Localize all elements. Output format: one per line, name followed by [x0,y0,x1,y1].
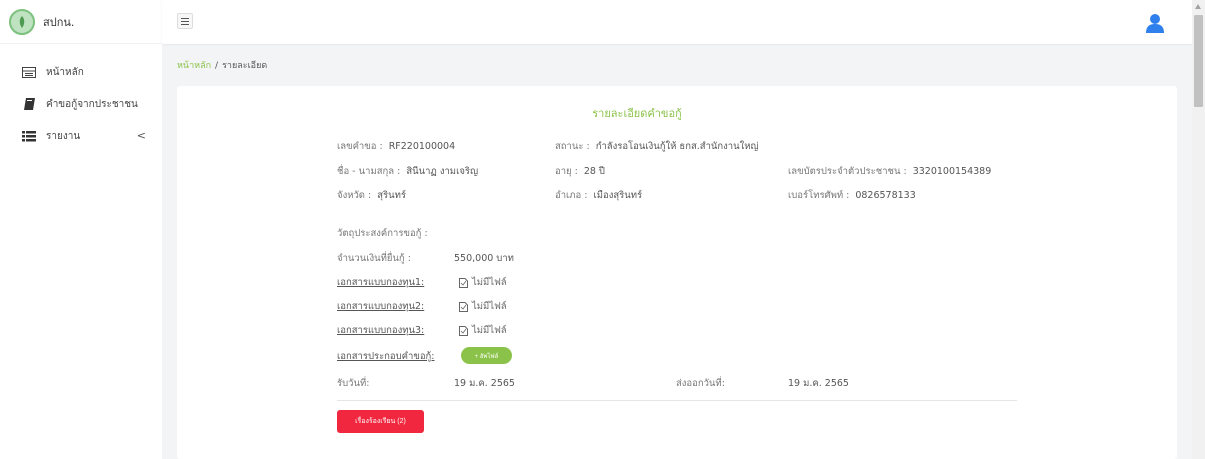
age-value: 28 ปี [583,166,605,177]
doc-fund-2-status: ไม่มีไฟล์ [459,299,507,314]
amount-label: จำนวนเงินที่ยื่นกู้ : [337,253,411,264]
no-file-text: ไม่มีไฟล์ [472,325,507,336]
sidebar-item-reports[interactable]: รายงาน < [0,120,162,152]
id-card-value: 3320100154389 [912,166,992,177]
request-no-label: เลขคำขอ : [337,141,383,152]
doc-fund-1-status: ไม่มีไฟล์ [459,275,507,290]
sent-date-value-field: 19 ม.ค. 2565 [788,376,849,391]
fullname-field: ชื่อ - นามสกุล : สินีนาฏ งามเจริญ [337,164,478,179]
user-avatar-icon[interactable] [1145,13,1165,33]
age-field: อายุ : 28 ปี [555,164,605,179]
doc-fund-2-link[interactable]: เอกสารแบบกองทุน2: [337,299,424,314]
sidebar-nav: หน้าหลัก คำขอกู้จากประชาชน รายงาน < [0,44,162,152]
doc-fund-3-link[interactable]: เอกสารแบบกองทุน3: [337,323,424,338]
scroll-up-arrow-icon[interactable] [1195,4,1201,9]
attachments-link[interactable]: เอกสารประกอบคำขอกู้: [337,349,435,364]
received-date-value: 19 ม.ค. 2565 [454,378,515,389]
request-detail-card: รายละเอียดคำขอกู้ เลขคำขอ : RF220100004 ส… [177,86,1177,459]
status-value: กำลังรอโอนเงินกู้ให้ ธกส.สำนักงานใหญ่ [595,141,759,152]
id-card-field: เลขบัตรประจำตัวประชาชน : 3320100154389 [788,164,991,179]
phone-label: เบอร์โทรศัพท์ : [788,190,850,201]
id-card-label: เลขบัตรประจำตัวประชาชน : [788,166,907,177]
sidebar: สปกน. หน้าหลัก คำขอกู้จากประชาชน รายงาน [0,0,162,459]
province-value: สุรินทร์ [377,190,406,201]
received-date-value-field: 19 ม.ค. 2565 [454,376,515,391]
doc-fund-3-status: ไม่มีไฟล์ [459,323,507,338]
phone-value: 0826578133 [855,190,916,201]
list-icon [20,129,38,143]
phone-field: เบอร์โทรศัพท์ : 0826578133 [788,188,916,203]
sent-date-label: ส่งออกวันที่: [676,378,725,389]
sent-date-value: 19 ม.ค. 2565 [788,378,849,389]
received-date-label-field: รับวันที่: [337,376,369,391]
district-label: อำเภอ : [555,190,588,201]
brand-logo-icon [9,8,35,35]
received-date-label: รับวันที่: [337,378,370,389]
amount-value: 550,000 บาท [454,253,514,264]
app-root: สปกน. หน้าหลัก คำขอกู้จากประชาชน รายงาน [0,0,1205,459]
page-title: รายละเอียดคำขอกู้ [592,107,682,120]
page-scrollbar[interactable] [1192,0,1205,459]
district-value: เมืองสุรินทร์ [593,190,643,201]
complaints-button[interactable]: เรื่องร้องเรียน (2) [337,410,424,433]
fullname-label: ชื่อ - นามสกุล : [337,166,401,177]
file-icon [459,301,468,312]
upload-file-button[interactable]: + อัพไฟล์ [461,347,512,364]
no-file-text: ไม่มีไฟล์ [472,301,507,312]
hamburger-icon [181,17,189,19]
menu-toggle-button[interactable] [177,13,193,29]
status-field: สถานะ : กำลังรอโอนเงินกู้ให้ ธกส.สำนักงาน… [555,139,759,154]
province-label: จังหวัด : [337,190,372,201]
amount-field: จำนวนเงินที่ยื่นกู้ : [337,251,411,266]
status-label: สถานะ : [555,141,590,152]
book-icon [20,97,38,111]
age-label: อายุ : [555,166,578,177]
purpose-field: วัตถุประสงค์การขอกู้ : [337,226,428,241]
purpose-label: วัตถุประสงค์การขอกู้ : [337,228,428,239]
table-icon [20,65,38,79]
no-file-text: ไม่มีไฟล์ [472,277,507,288]
breadcrumb: หน้าหลัก / รายละเอียด [177,58,267,72]
divider [337,400,1017,401]
sidebar-item-label: รายงาน [46,130,81,142]
request-no-field: เลขคำขอ : RF220100004 [337,139,455,154]
brand[interactable]: สปกน. [0,0,162,44]
province-field: จังหวัด : สุรินทร์ [337,188,406,203]
doc-fund-1-link[interactable]: เอกสารแบบกองทุน1: [337,275,424,290]
sidebar-item-label: หน้าหลัก [46,66,84,78]
sidebar-item-home[interactable]: หน้าหลัก [0,56,162,88]
breadcrumb-separator: / [215,61,219,71]
breadcrumb-home-link[interactable]: หน้าหลัก [177,61,211,71]
file-icon [459,277,468,288]
scroll-thumb[interactable] [1194,15,1203,107]
topbar [162,0,1192,44]
request-no-value: RF220100004 [388,141,456,152]
chevron-left-icon[interactable]: < [137,129,146,142]
sent-date-label-field: ส่งออกวันที่: [676,376,725,391]
brand-name: สปกน. [43,15,75,29]
amount-value-field: 550,000 บาท [454,251,514,266]
fullname-value: สินีนาฏ งามเจริญ [406,166,479,177]
breadcrumb-current: รายละเอียด [222,61,268,71]
sidebar-item-label: คำขอกู้จากประชาชน [46,98,138,110]
sidebar-item-requests[interactable]: คำขอกู้จากประชาชน [0,88,162,120]
file-icon [459,325,468,336]
district-field: อำเภอ : เมืองสุรินทร์ [555,188,642,203]
